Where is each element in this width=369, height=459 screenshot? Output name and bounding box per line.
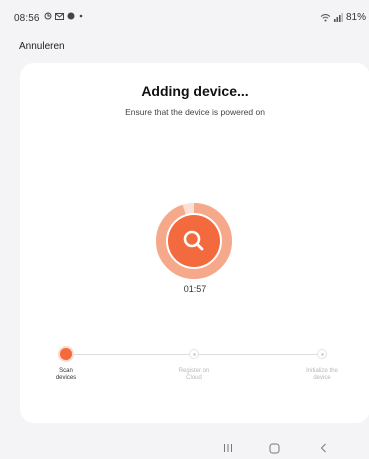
page-subtitle: Ensure that the device is powered on [125, 107, 265, 117]
step-register-dot [189, 349, 199, 359]
step-register-label: Register on Cloud [178, 368, 210, 381]
step-initialize-label: Initialize the device [306, 368, 338, 381]
scan-progress-ring [156, 203, 232, 279]
status-right: 81% [320, 12, 366, 23]
step-initialize-dot [317, 349, 327, 359]
signal-icon [333, 13, 343, 22]
scan-center-circle [168, 215, 220, 267]
recent-apps-icon [224, 444, 232, 452]
status-bar: 08:56 81% [0, 0, 369, 24]
mail-icon [55, 12, 64, 20]
scan-progress-indicator [156, 203, 232, 279]
step-scan-label: Scan devices [55, 368, 77, 381]
system-navigation-bar [0, 437, 369, 459]
status-notification-icons [44, 12, 84, 20]
countdown-timer: 01:57 [183, 284, 207, 294]
back-icon [320, 443, 326, 453]
messenger-icon [67, 12, 75, 20]
gallery-icon [44, 12, 52, 20]
notification-dot-icon [79, 14, 83, 18]
home-icon [269, 443, 279, 453]
back-button[interactable] [314, 437, 334, 459]
wifi-icon [320, 14, 331, 22]
recent-apps-button[interactable] [218, 437, 238, 459]
step-scan-dot [60, 348, 72, 360]
adding-device-card: Adding device... Ensure that the device … [20, 63, 369, 423]
page-title: Adding device... [141, 83, 249, 99]
cancel-button[interactable]: Annuleren [19, 41, 65, 52]
home-button[interactable] [264, 437, 284, 459]
status-time: 08:56 [14, 13, 40, 24]
battery-percentage: 81% [345, 12, 366, 23]
